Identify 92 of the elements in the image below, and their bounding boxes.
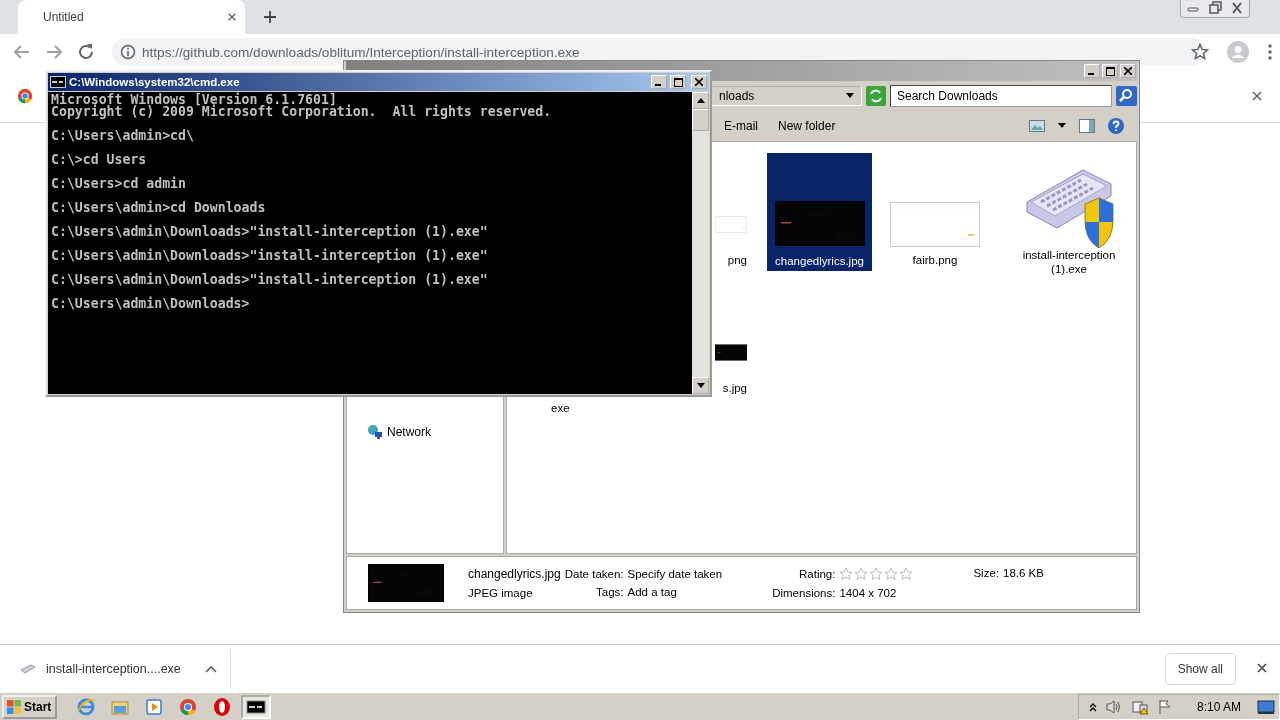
close-icon xyxy=(1124,67,1132,75)
help-icon[interactable] xyxy=(1107,117,1125,135)
window-title: C:\Windows\system32\cmd.exe xyxy=(69,76,241,88)
close-button[interactable] xyxy=(691,75,707,89)
console-line: C:\Users\admin\Downloads>"install-interception (1).exe" xyxy=(51,226,488,238)
console-line: Copyright (c) 2009 Microsoft Corporation. All rights reserved. xyxy=(51,106,552,118)
field-label: Date taken: xyxy=(564,568,624,580)
file-type: JPEG image xyxy=(468,587,534,599)
maximize-icon xyxy=(673,77,683,87)
field-label: Dimensions: xyxy=(772,587,836,599)
search-field[interactable]: Search Downloads xyxy=(890,85,1112,107)
file-name: changedlyrics.jpg xyxy=(468,567,561,581)
console-line: C:\Users\admin\Downloads> xyxy=(51,298,250,310)
file-name: fairb.png xyxy=(912,253,958,267)
circle-logo-icon xyxy=(178,696,199,717)
minimize-button[interactable] xyxy=(651,75,667,89)
browser-tab[interactable]: Untitled xyxy=(18,0,245,34)
field-label: Tags: xyxy=(595,586,624,598)
flag-icon[interactable] xyxy=(1156,698,1173,715)
maximize-button[interactable] xyxy=(1102,64,1118,78)
file-item[interactable]: s.jpg xyxy=(715,330,747,395)
windows-logo-icon xyxy=(6,698,22,715)
file-item[interactable]: changedlyrics.jpg xyxy=(767,153,872,271)
close-icon[interactable] xyxy=(1256,661,1268,674)
preview-pane-icon[interactable] xyxy=(1079,119,1095,133)
views-icon[interactable] xyxy=(1029,120,1045,132)
console-line: C:\Users\admin\Downloads>"install-interception (1).exe" xyxy=(51,250,488,262)
file-name: changedlyrics.jpg xyxy=(775,254,864,268)
download-item[interactable]: install-interception....exe xyxy=(20,661,230,676)
show-desktop-icon[interactable] xyxy=(1257,698,1275,715)
star-icon[interactable] xyxy=(899,567,914,581)
console-line: C:\Users>cd admin xyxy=(51,178,186,190)
speaker-icon[interactable] xyxy=(1104,698,1123,715)
clock[interactable]: 8:10 AM xyxy=(1196,699,1241,714)
file-item[interactable]: fairb.png xyxy=(890,202,980,267)
network-globe-icon xyxy=(367,424,383,440)
arrow-up-icon[interactable] xyxy=(696,98,705,103)
play-icon xyxy=(144,696,165,717)
close-icon[interactable] xyxy=(1251,90,1263,102)
file-name: s.jpg xyxy=(722,381,747,395)
taskbar-app-button[interactable] xyxy=(241,694,272,719)
keyboard-icon xyxy=(20,662,36,675)
scrollbar[interactable] xyxy=(692,92,709,394)
file-item[interactable]: install-interception (1).exe xyxy=(1019,162,1119,276)
rating-stars[interactable] xyxy=(839,567,914,581)
star-icon[interactable] xyxy=(1191,43,1209,61)
toolbar-button[interactable]: New folder xyxy=(778,119,836,133)
info-icon[interactable] xyxy=(120,44,136,60)
maximize-button[interactable] xyxy=(670,75,686,89)
start-button[interactable]: Start xyxy=(2,694,58,719)
caret-icon[interactable] xyxy=(204,664,217,673)
field-value[interactable]: Add a tag xyxy=(627,586,723,598)
dropdown-icon[interactable] xyxy=(845,93,855,99)
menu-icon[interactable] xyxy=(1267,43,1273,61)
star-icon[interactable] xyxy=(854,567,869,581)
field-label: Rating: xyxy=(798,568,836,580)
field-value: 1404 x 702 xyxy=(839,587,898,599)
star-icon[interactable] xyxy=(869,567,884,581)
field-value: 18.6 KB xyxy=(1003,567,1044,579)
nav-item[interactable]: Network xyxy=(367,424,431,440)
arrow-down-icon[interactable] xyxy=(696,383,705,388)
new-tab-icon[interactable] xyxy=(263,10,277,24)
o-logo-icon xyxy=(212,696,233,717)
file-name: png xyxy=(727,253,747,267)
field-value[interactable]: Specify date taken xyxy=(627,568,723,580)
minimize-button[interactable] xyxy=(1084,64,1100,78)
maximize-icon xyxy=(1105,66,1115,76)
star-icon[interactable] xyxy=(839,567,854,581)
field-label: Size: xyxy=(973,567,1000,579)
console-line: C:\Users\admin\Downloads>"install-interception (1).exe" xyxy=(51,274,488,286)
close-icon xyxy=(695,78,703,86)
reload-icon[interactable] xyxy=(76,42,96,62)
console-line: C:\>cd Users xyxy=(51,154,147,166)
caret-icon[interactable] xyxy=(1057,123,1067,129)
file-item[interactable]: exe xyxy=(551,401,570,415)
refresh-icon[interactable] xyxy=(866,86,886,106)
browser-icon xyxy=(76,696,97,717)
chevron-up-icon[interactable] xyxy=(1088,701,1097,712)
close-button[interactable] xyxy=(1120,64,1136,78)
chrome-logo-icon xyxy=(16,87,34,105)
network-icon[interactable] xyxy=(1130,698,1149,715)
toolbar-button[interactable]: E-mail xyxy=(724,119,758,133)
star-icon[interactable] xyxy=(884,567,899,581)
file-item[interactable]: png xyxy=(715,202,747,267)
tab-close-icon[interactable] xyxy=(227,12,237,22)
show-all-button[interactable]: Show all xyxy=(1164,652,1236,685)
console-line: C:\Users\admin>cd\ xyxy=(51,130,194,142)
search-icon[interactable] xyxy=(1116,86,1137,106)
scrollbar-thumb[interactable] xyxy=(692,109,709,131)
console-line: C:\Users\admin>cd Downloads xyxy=(51,202,266,214)
console-icon xyxy=(50,76,66,88)
file-name: install-interception (1).exe xyxy=(1021,248,1117,276)
